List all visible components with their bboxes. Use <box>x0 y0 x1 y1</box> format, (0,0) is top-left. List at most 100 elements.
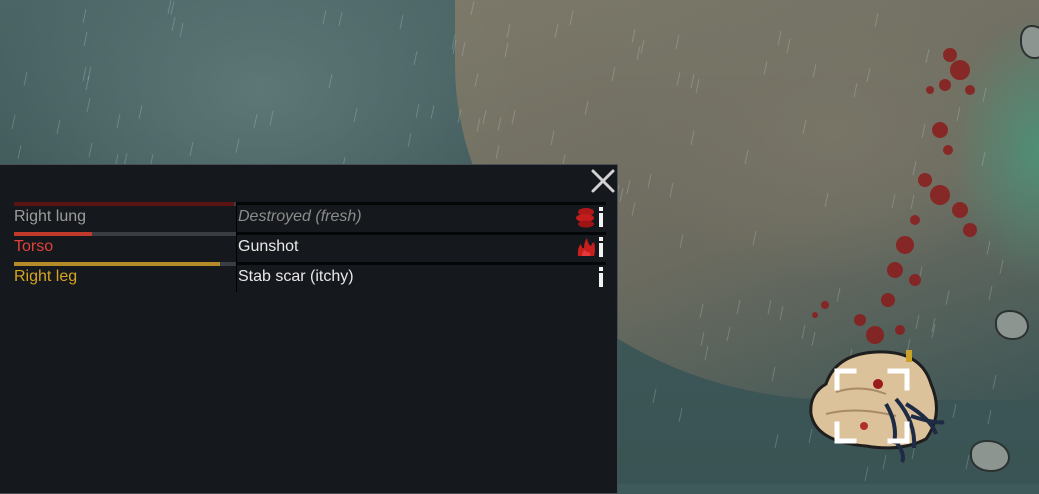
rain-streak <box>767 300 772 314</box>
info-icon[interactable] <box>596 266 606 288</box>
part-health-fill <box>14 232 92 236</box>
rain-streak <box>235 139 240 153</box>
body-part-cell: Right leg <box>14 262 236 292</box>
close-button[interactable] <box>590 168 616 194</box>
rain-streak <box>695 79 700 93</box>
rain-streak <box>550 131 555 145</box>
rain-streak <box>461 42 466 56</box>
rain-streak <box>511 110 516 124</box>
rain-streak <box>482 110 487 124</box>
rain-streak <box>690 131 695 145</box>
body-part-cell: Right lung <box>14 202 236 232</box>
rain-streak <box>322 10 327 24</box>
rock <box>970 440 1010 472</box>
rain-streak <box>497 117 502 131</box>
hediff-row[interactable]: Right leg Stab scar (itchy) <box>14 262 606 292</box>
rain-streak <box>504 43 509 57</box>
rain-streak <box>56 120 61 134</box>
part-health-bar <box>14 262 236 266</box>
rain-streak <box>413 51 418 65</box>
rain-streak <box>965 455 970 469</box>
fresh-wound-icon <box>577 238 595 256</box>
rain-streak <box>83 32 88 46</box>
rain-streak <box>506 24 511 38</box>
blood-trail <box>812 48 977 344</box>
rain-streak <box>640 40 645 54</box>
part-health-fill <box>14 262 221 266</box>
part-health-bar <box>14 232 236 236</box>
hediff-label: Destroyed (fresh) <box>238 208 362 225</box>
row-separator <box>237 262 606 265</box>
rain-streak <box>328 74 333 88</box>
rain-streak <box>399 15 404 29</box>
rain-streak <box>87 66 92 80</box>
body-part-label: Right leg <box>14 268 78 285</box>
rain-streak <box>86 98 91 112</box>
close-x-icon <box>591 169 615 193</box>
rain-streak <box>763 61 768 75</box>
rain-streak <box>88 143 93 157</box>
info-icon[interactable] <box>596 206 606 228</box>
hediff-row[interactable]: Right lung Destroyed (fresh) <box>14 202 606 232</box>
rain-streak <box>631 29 636 43</box>
rain-streak <box>338 12 343 26</box>
rain-streak <box>736 300 741 314</box>
rain-streak <box>678 408 683 422</box>
rain-streak <box>992 375 997 389</box>
rain-streak <box>17 145 22 159</box>
rain-streak <box>611 67 616 81</box>
rain-streak <box>771 367 776 381</box>
rain-streak <box>23 72 28 86</box>
rain-streak <box>679 234 684 248</box>
rock <box>995 310 1029 340</box>
bleeding-icon <box>576 208 594 228</box>
rain-streak <box>631 202 636 216</box>
rain-streak <box>569 11 574 25</box>
rain-streak <box>584 101 589 115</box>
rain-streak <box>457 109 462 123</box>
rain-streak <box>253 114 258 128</box>
rain-streak <box>189 142 194 156</box>
hediff-cell[interactable]: Gunshot <box>237 232 606 262</box>
rain-streak <box>690 74 695 88</box>
selection-brackets <box>834 368 910 444</box>
hediff-row[interactable]: Torso Gunshot <box>14 232 606 262</box>
rain-streak <box>476 118 481 132</box>
rain-streak <box>774 434 779 448</box>
rain-streak <box>138 105 143 119</box>
rain-streak <box>170 1 175 15</box>
rain-streak <box>700 332 705 346</box>
rain-streak <box>999 260 1004 274</box>
body-part-label: Torso <box>14 238 54 255</box>
hediff-cell[interactable]: Stab scar (itchy) <box>237 262 606 292</box>
rain-streak <box>704 346 709 360</box>
rain-streak <box>752 231 757 245</box>
rain-streak <box>874 13 879 27</box>
row-separator <box>237 232 606 235</box>
rain-streak <box>786 39 791 53</box>
part-health-bar <box>14 202 236 206</box>
hediff-cell[interactable]: Destroyed (fresh) <box>237 202 606 232</box>
rain-streak <box>82 67 87 81</box>
rain-streak <box>82 9 87 23</box>
rain-streak <box>495 145 500 159</box>
info-icon[interactable] <box>596 236 606 258</box>
rain-streak <box>676 72 681 86</box>
part-health-fill <box>14 202 234 206</box>
rain-streak <box>179 23 184 37</box>
rain-streak <box>554 24 559 38</box>
rain-streak <box>779 306 784 320</box>
rain-streak <box>669 183 674 197</box>
rain-streak <box>726 327 731 341</box>
rain-streak <box>864 467 869 481</box>
rain-streak <box>415 104 420 118</box>
rain-streak <box>11 115 16 129</box>
rain-streak <box>987 410 992 424</box>
rain-streak <box>353 108 358 122</box>
rain-streak <box>407 133 412 147</box>
rain-streak <box>171 17 176 31</box>
rain-streak <box>652 389 657 403</box>
body-part-label: Right lung <box>14 208 87 225</box>
rain-streak <box>269 111 274 125</box>
rain-streak <box>647 174 652 188</box>
